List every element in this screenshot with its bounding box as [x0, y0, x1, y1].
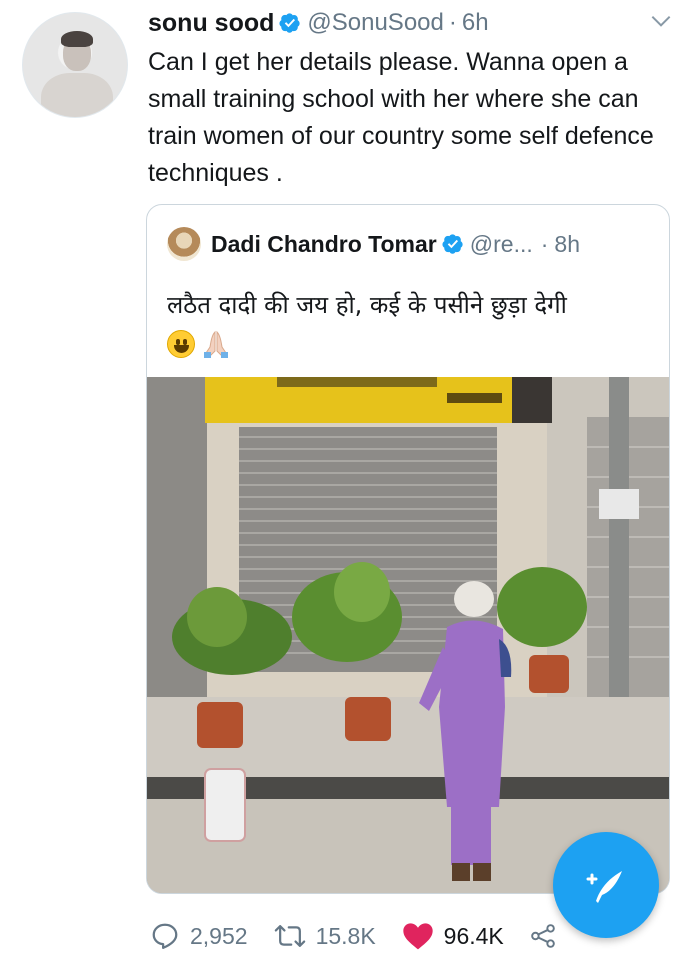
- author-handle[interactable]: @SonuSood: [307, 9, 443, 37]
- chevron-down-icon[interactable]: [648, 8, 674, 34]
- quoted-author-handle: @re...: [469, 230, 533, 257]
- quoted-author-name: Dadi Chandro Tomar: [211, 230, 437, 257]
- retweet-button[interactable]: 15.8K: [274, 921, 376, 951]
- quoted-tweet-text: लठैत दादी की जय हो, कई के पसीने छुड़ा दे…: [167, 291, 567, 319]
- tweet-actions: 2,952 15.8K 96.4K: [150, 916, 592, 956]
- like-button[interactable]: 96.4K: [402, 921, 504, 951]
- reply-button[interactable]: 2,952: [150, 921, 248, 951]
- tweet-text: Can I get her details please. Wanna open…: [148, 48, 654, 187]
- retweet-icon: [274, 925, 305, 947]
- author-name[interactable]: sonu sood: [148, 9, 274, 38]
- retweet-count: 15.8K: [315, 922, 376, 949]
- grinning-face-icon: [167, 330, 195, 358]
- like-count: 96.4K: [443, 922, 504, 949]
- tweet-header: sonu sood @SonuSood · 6h: [148, 8, 672, 38]
- share-icon: [530, 924, 555, 948]
- quoted-time: 8h: [554, 230, 581, 257]
- reply-icon: [152, 923, 178, 949]
- verified-icon: [279, 13, 301, 33]
- share-button[interactable]: [530, 923, 566, 949]
- header-separator: ·: [448, 9, 457, 36]
- quoted-avatar: [167, 227, 201, 261]
- compose-icon: [586, 871, 622, 903]
- avatar[interactable]: [22, 12, 128, 118]
- quoted-tweet[interactable]: Dadi Chandro Tomar @re... · 8h लठैत दादी…: [146, 204, 670, 894]
- heart-icon: [403, 923, 433, 950]
- video-thumbnail[interactable]: [147, 377, 669, 893]
- compose-tweet-button[interactable]: [553, 832, 659, 938]
- reply-count: 2,952: [190, 922, 248, 949]
- avatar-body-shape: [41, 73, 113, 117]
- avatar-hair-shape: [61, 31, 93, 47]
- quoted-header-separator: ·: [540, 230, 549, 257]
- tweet-time[interactable]: 6h: [462, 9, 489, 37]
- quoted-emoji-row: [167, 329, 233, 359]
- folded-hands-icon: [204, 330, 228, 358]
- street-scene-image: [147, 377, 669, 893]
- quoted-tweet-header: Dadi Chandro Tomar @re... · 8h: [167, 227, 580, 261]
- verified-icon: [442, 234, 463, 254]
